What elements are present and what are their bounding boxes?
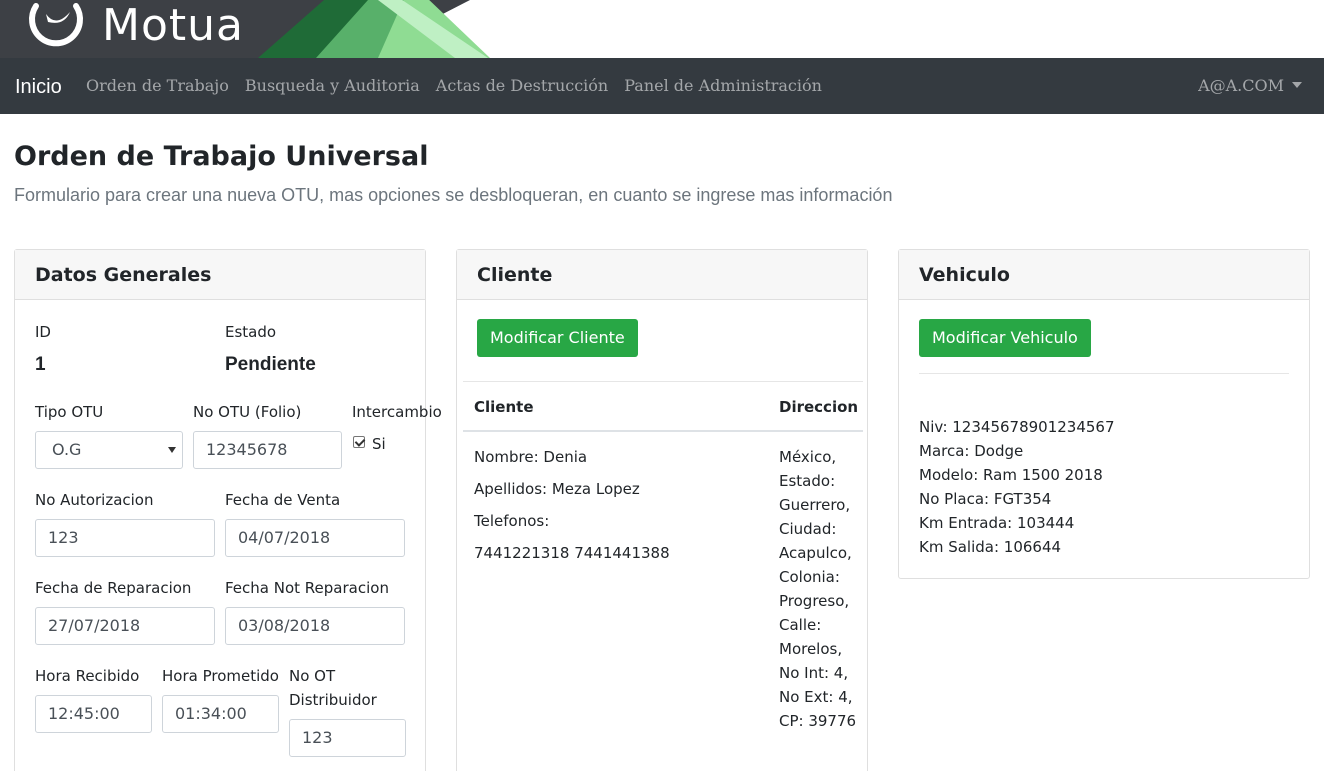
direccion-line: Morelos, [779,640,843,658]
vehiculo-km-salida: Km Salida: 106644 [919,538,1062,556]
modificar-cliente-button[interactable]: Modificar Cliente [477,319,638,357]
vehiculo-marca: Marca: Dodge [919,442,1024,460]
direccion-line: No Ext: 4, [779,688,853,706]
cliente-card: Cliente Modificar Cliente Cliente Direcc… [456,249,868,771]
direccion-line: Guerrero, [779,496,851,514]
direccion-line: CP: 39776 [779,712,857,730]
brand-name[interactable]: Motua [102,0,244,52]
modificar-vehiculo-button[interactable]: Modificar Vehiculo [919,319,1091,357]
nav-links: Orden de Trabajo Busqueda y Auditoria Ac… [86,77,838,95]
no-ot-label-line1: No OT [289,667,336,685]
fecha-not-reparacion-label: Fecha Not Reparacion [225,579,389,597]
nav-home-link[interactable]: Inicio [15,75,62,99]
table-header-divider [463,430,863,432]
nav-link-panel-admin[interactable]: Panel de Administración [624,77,822,95]
cliente-telefonos-label: Telefonos: [474,512,550,530]
fecha-reparacion-input[interactable]: 27/07/2018 [35,607,215,645]
direccion-line: Colonia: [779,568,840,586]
nav-link-busqueda-auditoria[interactable]: Busqueda y Auditoria [245,77,420,95]
user-email: A@A.COM [1198,76,1284,95]
table-header-direccion: Direccion [779,398,859,416]
page-subtitle: Formulario para crear una nueva OTU, mas… [14,185,893,205]
tipo-otu-label: Tipo OTU [35,403,104,421]
direccion-line: Calle: [779,616,822,634]
intercambio-option-label: Si [372,435,386,453]
autorizacion-label: No Autorizacion [35,491,154,509]
brand-header: Motua [0,0,1324,58]
direccion-line: Acapulco, [779,544,852,562]
direccion-line: Estado: [779,472,836,490]
card-header: Vehiculo [899,250,1309,300]
select-caret-icon [168,447,176,453]
no-ot-label-line2: Distribuidor [289,691,377,709]
direccion-line: Progreso, [779,592,850,610]
folio-input[interactable]: 12345678 [193,431,342,469]
direccion-line: No Int: 4, [779,664,849,682]
nav-link-orden-de-trabajo[interactable]: Orden de Trabajo [86,77,229,95]
top-navbar: Inicio Orden de Trabajo Busqueda y Audit… [0,58,1324,114]
datos-generales-card: Datos Generales ID 1 Estado Pendiente Ti… [14,249,442,771]
user-menu-dropdown[interactable]: A@A.COM [1198,77,1302,95]
estado-value: Pendiente [225,354,316,375]
intercambio-checkbox[interactable] [353,436,365,448]
vehiculo-card: Vehiculo Modificar Vehiculo Niv: 1234567… [898,249,1310,579]
divider [463,381,863,382]
hora-prometido-label: Hora Prometido [162,667,279,685]
cliente-apellidos: Apellidos: Meza Lopez [474,480,640,498]
card-header: Datos Generales [15,250,425,300]
card-header: Cliente [457,250,867,300]
caret-down-icon [1292,82,1302,88]
intercambio-label: Intercambio [352,403,442,421]
page-title: Orden de Trabajo Universal [14,141,429,172]
divider [919,373,1289,374]
cliente-nombre: Nombre: Denia [474,448,588,466]
vehiculo-modelo: Modelo: Ram 1500 2018 [919,466,1103,484]
tipo-otu-selected: O.G [52,440,82,459]
hora-prometido-input[interactable]: 01:34:00 [162,695,279,733]
hora-recibido-input[interactable]: 12:45:00 [35,695,152,733]
hora-recibido-label: Hora Recibido [35,667,140,685]
vehiculo-niv: Niv: 12345678901234567 [919,418,1115,436]
vehiculo-km-entrada: Km Entrada: 103444 [919,514,1075,532]
direccion-line: México, [779,448,837,466]
nav-link-actas-destruccion[interactable]: Actas de Destrucción [436,77,608,95]
id-value: 1 [35,354,46,375]
estado-label: Estado [225,323,277,341]
id-label: ID [35,323,51,341]
fecha-venta-input[interactable]: 04/07/2018 [225,519,405,557]
motua-logo-icon [29,3,83,47]
cliente-telefonos: 7441221318 7441441388 [474,544,670,562]
direccion-line: Ciudad: [779,520,837,538]
table-header-cliente: Cliente [474,398,534,416]
tipo-otu-select[interactable]: O.G [35,431,183,469]
no-ot-distribuidor-input[interactable]: 123 [289,719,406,757]
autorizacion-input[interactable]: 123 [35,519,215,557]
vehiculo-placa: No Placa: FGT354 [919,490,1052,508]
folio-label: No OTU (Folio) [193,403,302,421]
fecha-not-reparacion-input[interactable]: 03/08/2018 [225,607,405,645]
fecha-reparacion-label: Fecha de Reparacion [35,579,192,597]
fecha-venta-label: Fecha de Venta [225,491,341,509]
